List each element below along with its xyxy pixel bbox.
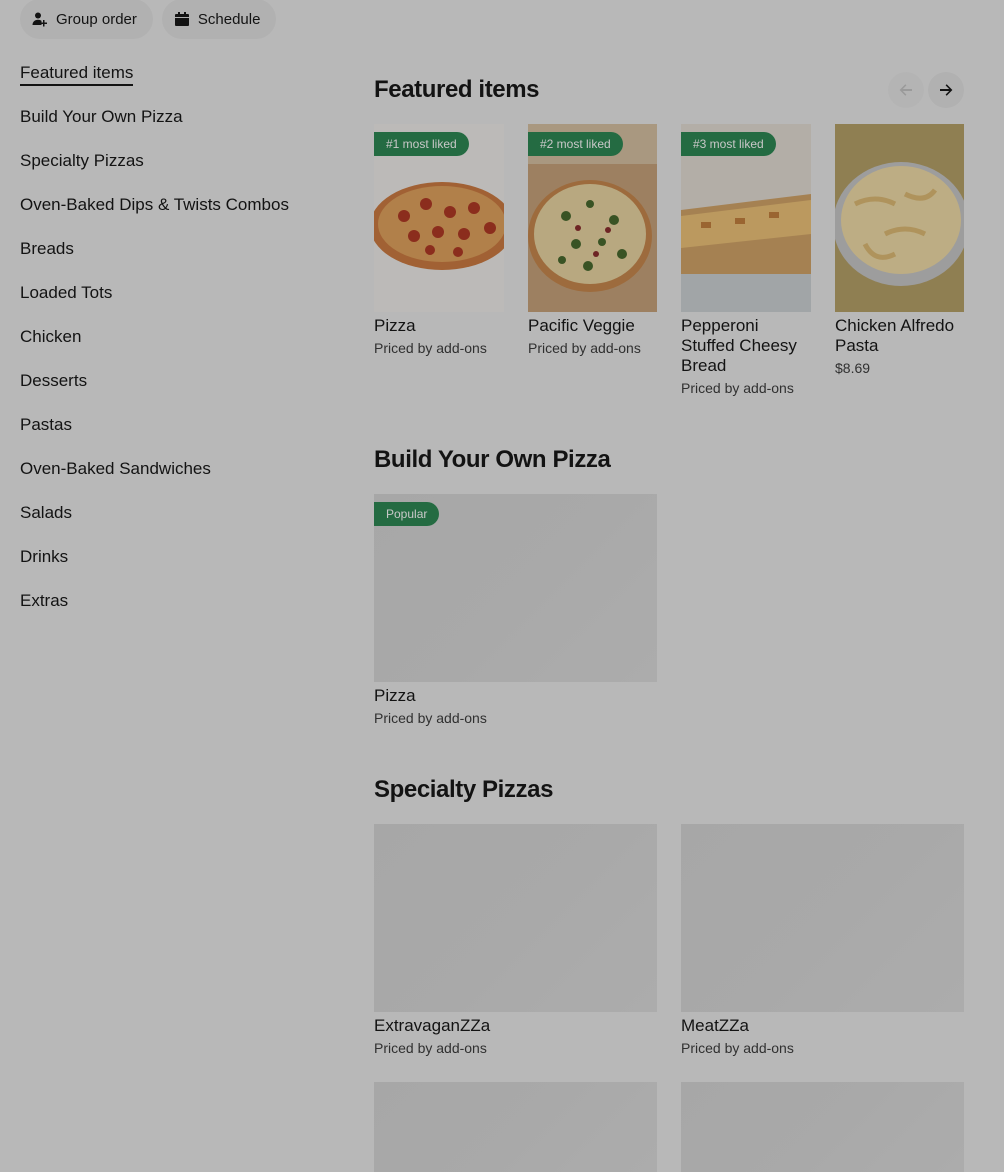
item-price: Priced by add-ons [681,380,794,396]
sidebar-item-build-your-own-pizza[interactable]: Build Your Own Pizza [20,106,340,150]
item-image-placeholder [374,824,657,1012]
featured-item-card[interactable]: Chicken Alfredo Pasta $8.69 [835,124,964,377]
item-name: Pepperoni Stuffed Cheesy Bread [681,316,797,375]
alfredo-pasta-image [835,124,964,312]
menu-item-card[interactable] [681,1082,964,1172]
item-image-placeholder [374,1082,657,1172]
most-liked-badge: #2 most liked [528,132,623,156]
menu-item-card[interactable] [374,1082,657,1172]
sidebar-item-label: Salads [20,503,72,522]
person-add-icon [32,11,48,27]
sidebar-item-extras[interactable]: Extras [20,590,340,634]
schedule-label: Schedule [197,10,261,28]
item-name: MeatZZa [681,1016,750,1035]
arrow-right-icon [940,84,953,96]
sidebar-item-pastas[interactable]: Pastas [20,414,340,458]
menu-item-card[interactable]: MeatZZa Priced by add-ons [681,824,964,1057]
sidebar-item-label: Drinks [20,547,69,566]
menu-category-nav: Featured items Build Your Own Pizza Spec… [20,62,340,634]
sidebar-item-dips-twists-combos[interactable]: Oven-Baked Dips & Twists Combos [20,194,340,238]
sidebar-item-loaded-tots[interactable]: Loaded Tots [20,282,340,326]
carousel-next-button[interactable] [928,72,964,108]
featured-item-card[interactable]: #1 most liked Pizza Priced by add-ons [374,124,504,357]
schedule-button[interactable]: Schedule [161,0,277,39]
item-image-placeholder [681,824,964,1012]
sidebar-item-label: Pastas [20,415,72,434]
item-price: Priced by add-ons [374,1040,487,1056]
item-price: Priced by add-ons [681,1040,794,1056]
item-name: Pizza [374,686,416,705]
sidebar-item-label: Oven-Baked Sandwiches [20,459,211,478]
sidebar-item-label: Breads [20,239,74,258]
sidebar-item-label: Desserts [20,371,88,390]
sidebar-item-label: Extras [20,591,69,610]
sidebar-item-label: Featured items [20,63,134,86]
store-menu-page: Group order Schedule Featured items Buil… [0,0,1004,1172]
sidebar-item-desserts[interactable]: Desserts [20,370,340,414]
carousel-controls [888,72,964,108]
item-price: Priced by add-ons [528,340,641,356]
most-liked-badge: #1 most liked [374,132,469,156]
sidebar-item-breads[interactable]: Breads [20,238,340,282]
carousel-prev-button[interactable] [888,72,924,108]
sidebar-item-label: Chicken [20,327,82,346]
menu-item-card[interactable]: Popular Pizza Priced by add-ons [374,494,657,727]
item-price: Priced by add-ons [374,710,487,726]
cheesy-bread-image: #3 most liked [681,124,811,312]
most-liked-badge: #3 most liked [681,132,776,156]
menu-item-card[interactable]: ExtravaganZZa Priced by add-ons [374,824,657,1057]
sidebar-item-label: Loaded Tots [20,283,113,302]
sidebar-item-drinks[interactable]: Drinks [20,546,340,590]
featured-items-heading: Featured items [374,76,540,103]
calendar-icon [174,11,190,27]
featured-item-card[interactable]: #3 most liked Pepperoni Stuffed Cheesy B… [681,124,811,397]
item-name: Pacific Veggie [528,316,635,335]
build-your-own-heading: Build Your Own Pizza [374,446,611,473]
order-options-bar: Group order Schedule [20,0,277,39]
sidebar-item-salads[interactable]: Salads [20,502,340,546]
group-order-label: Group order [56,10,137,28]
arrow-left-icon [899,84,912,96]
popular-badge: Popular [374,502,440,526]
item-price: Priced by add-ons [374,340,487,356]
sidebar-item-label: Oven-Baked Dips & Twists Combos [20,195,289,214]
sidebar-item-label: Build Your Own Pizza [20,107,183,126]
sidebar-item-chicken[interactable]: Chicken [20,326,340,370]
sidebar-item-label: Specialty Pizzas [20,151,144,170]
item-name: ExtravaganZZa [374,1016,491,1035]
group-order-button[interactable]: Group order [20,0,153,39]
veggie-pizza-image: #2 most liked [528,124,657,312]
item-image-placeholder: Popular [374,494,657,682]
item-name: Pizza [374,316,416,335]
featured-item-card[interactable]: #2 most liked Pacific Veggie Priced by a… [528,124,657,357]
item-price: $8.69 [835,360,871,376]
specialty-pizzas-heading: Specialty Pizzas [374,776,554,803]
sidebar-item-sandwiches[interactable]: Oven-Baked Sandwiches [20,458,340,502]
sidebar-item-featured-items[interactable]: Featured items [20,62,340,106]
pepperoni-pizza-image: #1 most liked [374,124,504,312]
item-image-placeholder [681,1082,964,1172]
item-name: Chicken Alfredo Pasta [835,316,955,355]
sidebar-item-specialty-pizzas[interactable]: Specialty Pizzas [20,150,340,194]
